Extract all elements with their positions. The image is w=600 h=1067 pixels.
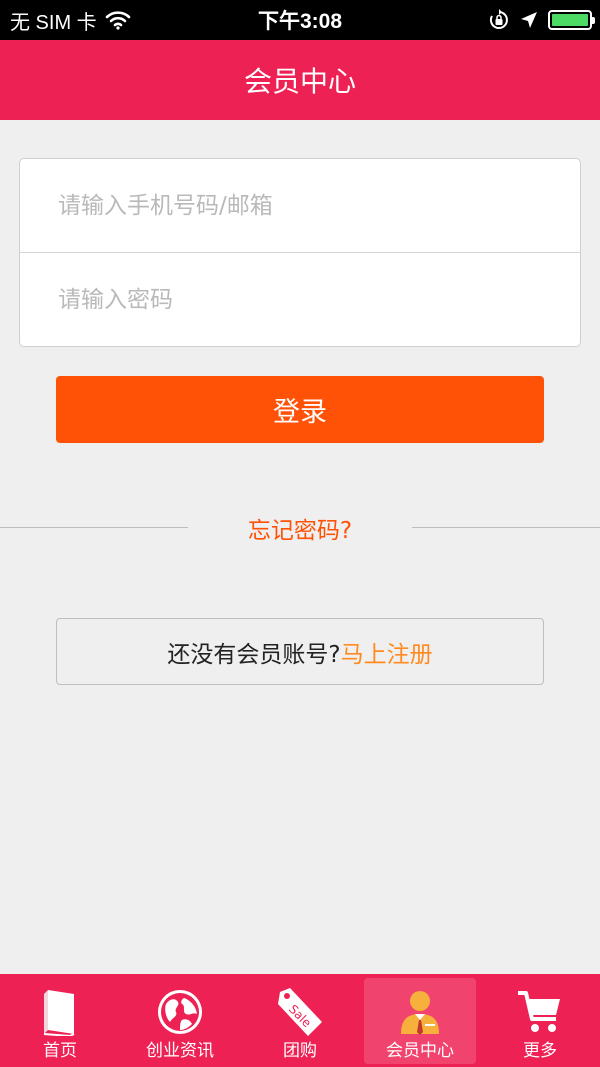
nav-bar: 会员中心: [0, 40, 600, 120]
status-right: [488, 0, 595, 40]
sale-tag-icon: Sale: [274, 986, 326, 1038]
login-button[interactable]: 登录: [56, 376, 544, 443]
battery-level: [552, 14, 588, 26]
divider-right: [412, 527, 600, 528]
register-box[interactable]: 还没有会员账号? 马上注册: [56, 618, 544, 685]
register-prompt: 还没有会员账号?: [167, 641, 341, 668]
tab-home-label: 首页: [43, 1041, 77, 1061]
tab-member-center-label: 会员中心: [386, 1041, 454, 1061]
location-arrow-icon: [521, 12, 537, 28]
tab-startup-news[interactable]: 创业资讯: [120, 974, 240, 1067]
orientation-lock-icon: [489, 9, 508, 29]
tab-more[interactable]: 更多: [480, 974, 600, 1067]
forgot-password-link[interactable]: 忘记密码?: [190, 508, 410, 548]
tab-group-buy-label: 团购: [283, 1041, 317, 1061]
tab-home[interactable]: 首页: [0, 974, 120, 1067]
login-form: [19, 158, 581, 347]
forgot-password-row: 忘记密码?: [0, 508, 600, 548]
tab-group-buy[interactable]: Sale 团购: [240, 974, 360, 1067]
account-input[interactable]: [20, 159, 580, 252]
divider-left: [0, 527, 188, 528]
status-bar: 无 SIM 卡 下午3:08: [0, 0, 600, 40]
battery-icon: [548, 10, 595, 30]
tab-more-label: 更多: [523, 1041, 557, 1061]
tab-member-center[interactable]: 会员中心: [360, 974, 480, 1067]
tab-bar: 首页 创业资讯 Sale 团购 会员中心 更多: [0, 974, 600, 1067]
cart-icon: [514, 986, 566, 1038]
book-icon: [34, 986, 86, 1038]
member-icon: [394, 986, 446, 1038]
password-input[interactable]: [20, 253, 580, 346]
globe-icon: [154, 986, 206, 1038]
page-title: 会员中心: [243, 65, 356, 98]
tab-startup-news-label: 创业资讯: [146, 1041, 214, 1061]
register-link[interactable]: 马上注册: [341, 635, 433, 669]
